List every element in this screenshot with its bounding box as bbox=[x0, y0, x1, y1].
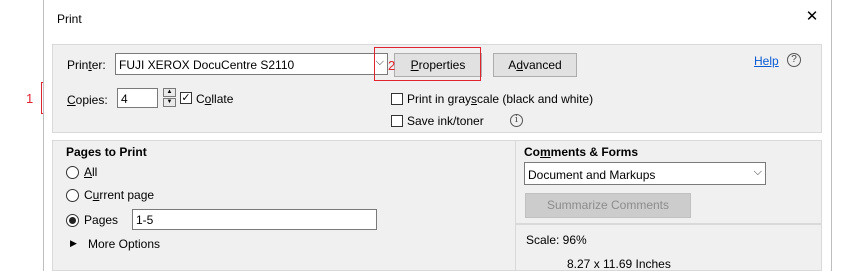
comments-forms-select[interactable]: Document and Markups ⌵ bbox=[524, 162, 766, 185]
stepper-up-icon[interactable]: ▲ bbox=[163, 88, 176, 97]
advanced-button[interactable]: Advanced bbox=[493, 53, 577, 77]
pages-range-value: 1-5 bbox=[136, 213, 154, 227]
annotation-number-2: 2 bbox=[388, 58, 396, 73]
save-ink-checkbox[interactable] bbox=[391, 115, 403, 127]
printer-label: Printer: bbox=[67, 58, 106, 72]
dialog-title: Print bbox=[57, 12, 82, 26]
more-options-toggle[interactable]: More Options bbox=[88, 237, 160, 251]
pages-to-print-heading: Pages to Print bbox=[66, 145, 147, 159]
current-page-label: Current page bbox=[84, 188, 155, 202]
grayscale-label: Print in grayscale (black and white) bbox=[407, 92, 594, 106]
comments-forms-heading: Comments & Forms bbox=[524, 145, 639, 159]
chevron-down-icon: ⌵ bbox=[753, 166, 762, 178]
question-icon[interactable]: ? bbox=[787, 53, 801, 67]
scale-label: Scale: 96% bbox=[526, 233, 587, 247]
expand-arrow-icon[interactable]: ▶ bbox=[70, 238, 77, 249]
copies-stepper[interactable]: ▲ ▼ bbox=[163, 88, 176, 107]
collate-label: Collate bbox=[196, 92, 234, 106]
annotation-number-1: 1 bbox=[26, 91, 34, 106]
pages-to-print-panel: Pages to Print All Current page Pages 1-… bbox=[52, 140, 516, 271]
pages-range-input[interactable]: 1-5 bbox=[132, 209, 377, 230]
all-label: All bbox=[84, 165, 98, 179]
copies-value: 4 bbox=[121, 92, 128, 106]
current-page-radio[interactable] bbox=[66, 189, 79, 202]
comments-forms-value: Document and Markups bbox=[528, 168, 656, 182]
copies-input[interactable]: 4 bbox=[117, 88, 158, 108]
grayscale-checkbox[interactable] bbox=[391, 93, 403, 105]
print-dialog: Print ✕ Printer: FUJI XEROX DocuCentre S… bbox=[43, 0, 832, 271]
comments-forms-panel: Comments & Forms Document and Markups ⌵ … bbox=[516, 140, 822, 224]
save-ink-label: Save ink/toner bbox=[407, 114, 484, 128]
info-icon[interactable]: i bbox=[510, 114, 523, 127]
collate-checkbox[interactable]: ✓ bbox=[180, 92, 192, 104]
printer-select-value: FUJI XEROX DocuCentre S2110 bbox=[119, 58, 295, 72]
printer-select[interactable]: FUJI XEROX DocuCentre S2110 ⌵ bbox=[115, 53, 388, 75]
help-link[interactable]: Help bbox=[754, 54, 779, 68]
summarize-comments-button[interactable]: Summarize Comments bbox=[525, 193, 691, 218]
scale-panel: Scale: 96% 8.27 x 11.69 Inches bbox=[516, 224, 822, 271]
paper-size-label: 8.27 x 11.69 Inches bbox=[567, 257, 671, 271]
pages-label: Pages bbox=[84, 213, 119, 227]
stepper-down-icon[interactable]: ▼ bbox=[163, 98, 176, 107]
close-icon[interactable]: ✕ bbox=[801, 6, 823, 28]
copies-label: Copies: bbox=[67, 93, 108, 107]
pages-radio[interactable] bbox=[66, 214, 79, 227]
all-radio[interactable] bbox=[66, 166, 79, 179]
